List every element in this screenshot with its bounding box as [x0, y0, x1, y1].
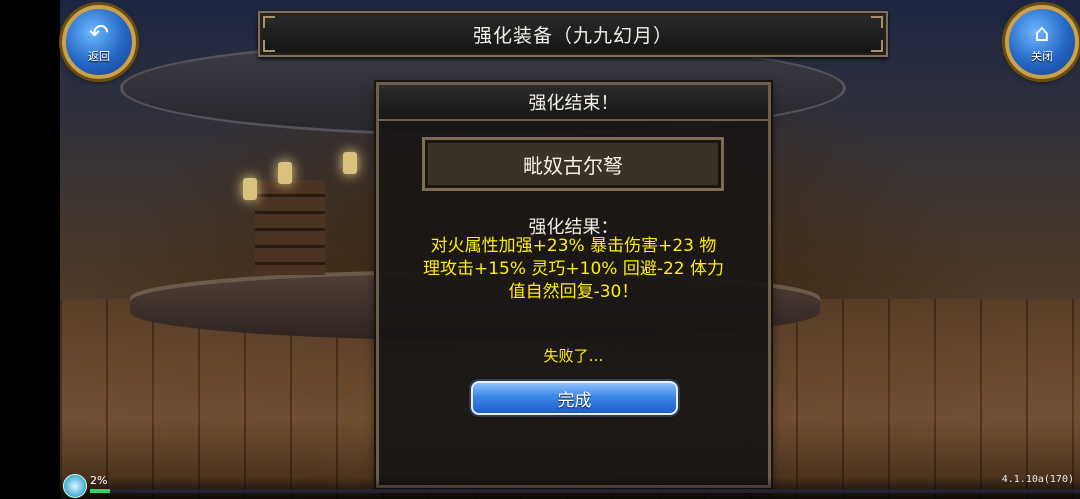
- dialog-title: 强化结束！: [528, 93, 619, 114]
- fail-message: 失败了…: [543, 347, 604, 365]
- result-text: 对火属性加强+23% 暴击伤害+23 物 理攻击+15% 灵巧+10% 回避-2…: [397, 235, 750, 304]
- lamp-icon: [278, 162, 292, 184]
- close-button[interactable]: ⌂ 关闭: [1005, 5, 1079, 79]
- home-icon: ⌂: [1034, 18, 1050, 47]
- progress-fill: [90, 489, 110, 493]
- result-line: 对火属性加强+23% 暴击伤害+23 物: [430, 236, 717, 256]
- back-button[interactable]: ↶ 返回: [62, 5, 136, 79]
- item-name-box: 毗奴古尔弩: [422, 137, 724, 191]
- back-label: 返回: [88, 49, 110, 63]
- progress-track: [90, 489, 1080, 493]
- bottom-status-strip: [60, 477, 1080, 499]
- enhance-result-dialog: 强化结束！ 毗奴古尔弩 强化结果： 对火属性加强+23% 暴击伤害+23 物 理…: [376, 82, 771, 488]
- done-label: 完成: [557, 390, 592, 411]
- frame-corner: [263, 40, 275, 52]
- bookshelf: [255, 180, 325, 275]
- frame-corner: [263, 16, 275, 28]
- screen-title: 强化装备（九九幻月）: [472, 24, 673, 47]
- lamp-icon: [343, 152, 357, 174]
- done-button[interactable]: 完成: [471, 381, 678, 415]
- progress-percent: 2%: [90, 474, 108, 487]
- screen-title-bar: 强化装备（九九幻月）: [258, 11, 888, 57]
- result-line: 理攻击+15% 灵巧+10% 回避-22 体力: [422, 259, 725, 279]
- frame-corner: [871, 40, 883, 52]
- letterbox-bar: [0, 0, 60, 499]
- lamp-icon: [243, 178, 257, 200]
- back-arrow-icon: ↶: [88, 18, 110, 47]
- close-label: 关闭: [1031, 49, 1053, 63]
- spinner-icon: [63, 474, 87, 498]
- frame-corner: [871, 16, 883, 28]
- item-name: 毗奴古尔弩: [523, 153, 623, 178]
- version-label: 4.1.10a(170): [1001, 474, 1074, 485]
- result-line: 值自然回复-30！: [508, 282, 639, 302]
- dialog-header: 强化结束！: [379, 85, 768, 121]
